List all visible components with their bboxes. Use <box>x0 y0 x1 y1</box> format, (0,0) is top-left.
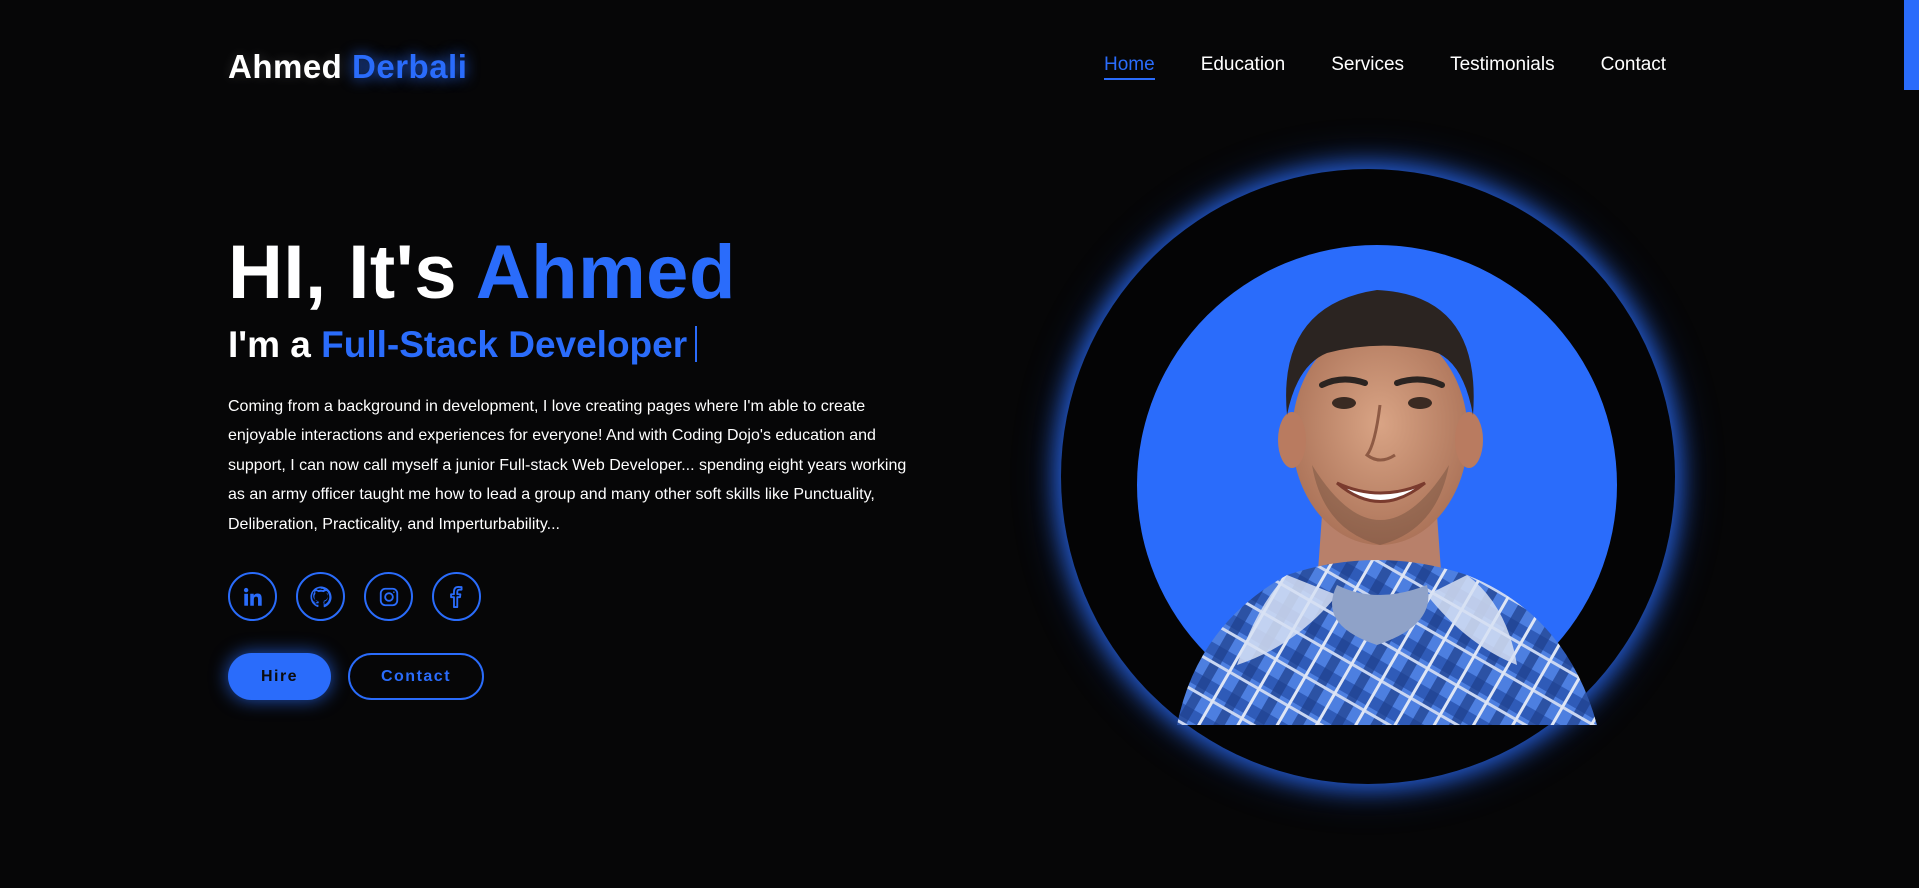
instagram-link[interactable] <box>364 572 413 621</box>
github-link[interactable] <box>296 572 345 621</box>
nav-link-testimonials[interactable]: Testimonials <box>1450 54 1555 80</box>
nav-link-services[interactable]: Services <box>1331 54 1404 80</box>
intro-paragraph: Coming from a background in development,… <box>228 397 907 533</box>
hero-heading: HI, It's Ahmed <box>228 235 908 311</box>
nav-link-contact[interactable]: Contact <box>1601 54 1666 80</box>
site-header: Ahmed Derbali Home Education Services Te… <box>0 0 1919 130</box>
role-title: Full-Stack Developer <box>321 324 688 365</box>
main-nav: Home Education Services Testimonials Con… <box>1104 54 1666 80</box>
linkedin-icon <box>242 586 264 608</box>
facebook-icon <box>446 585 468 608</box>
contact-button[interactable]: Contact <box>348 653 484 700</box>
nav-link-home[interactable]: Home <box>1104 54 1155 80</box>
greeting-prefix: HI, It's <box>228 230 457 315</box>
role-prefix: I'm a <box>228 324 311 365</box>
logo-first-name: Ahmed <box>228 48 343 85</box>
profile-photo-frame <box>1061 169 1675 784</box>
role-line: I'm a Full-Stack Developer <box>228 324 908 366</box>
cta-buttons: Hire Contact <box>228 653 484 700</box>
hire-button[interactable]: Hire <box>228 653 331 700</box>
instagram-icon <box>378 586 400 608</box>
nav-link-education[interactable]: Education <box>1201 54 1286 80</box>
profile-photo <box>1137 245 1617 725</box>
logo-last-name: Derbali <box>352 48 468 85</box>
github-icon <box>309 585 333 609</box>
social-links <box>228 572 481 621</box>
facebook-link[interactable] <box>432 572 481 621</box>
typing-caret <box>695 326 698 362</box>
logo[interactable]: Ahmed Derbali <box>228 48 467 86</box>
linkedin-link[interactable] <box>228 572 277 621</box>
greeting-name: Ahmed <box>475 230 736 315</box>
hero-section: HI, It's Ahmed I'm a Full-Stack Develope… <box>228 235 908 555</box>
